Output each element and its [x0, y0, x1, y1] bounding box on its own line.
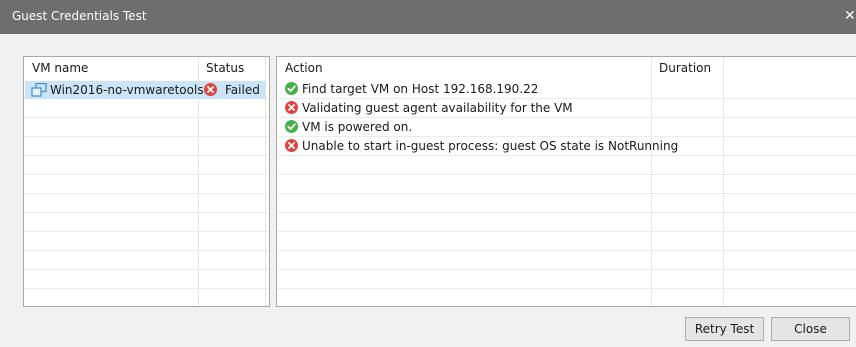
vm-name-cell: Win2016-no-vmwaretools — [31, 81, 204, 99]
list-item: Validating guest agent availability for … — [285, 99, 573, 117]
success-icon — [285, 120, 298, 133]
action-text: Validating guest agent availability for … — [302, 101, 573, 115]
error-icon — [204, 83, 217, 96]
vm-status-text: Failed — [225, 83, 260, 97]
success-icon — [285, 82, 298, 95]
window-title: Guest Credentials Test — [12, 9, 147, 23]
title-bar[interactable]: Guest Credentials Test ✕ — [0, 0, 856, 34]
list-item: VM is powered on. — [285, 118, 412, 136]
retry-test-button[interactable]: Retry Test — [685, 317, 764, 341]
column-header-action[interactable]: Action — [277, 57, 651, 79]
error-icon — [285, 139, 298, 152]
close-button[interactable]: Close — [771, 317, 850, 341]
action-log-panel: Action Duration Find target VM on Host 1… — [276, 56, 856, 307]
column-header-vm-name[interactable]: VM name — [24, 57, 198, 79]
vm-name-text: Win2016-no-vmwaretools — [50, 83, 204, 97]
column-header-status[interactable]: Status — [198, 57, 266, 79]
dialog-window: Guest Credentials Test ✕ VM name Status … — [0, 0, 856, 347]
action-text: VM is powered on. — [302, 120, 413, 134]
vm-list-panel: VM name Status Win2016-no-vmwaretools Fa… — [23, 56, 270, 307]
vm-icon — [31, 83, 47, 97]
close-icon[interactable]: ✕ — [844, 8, 856, 24]
error-icon — [285, 101, 298, 114]
action-text: Unable to start in-guest process: guest … — [302, 139, 679, 153]
list-item: Unable to start in-guest process: guest … — [285, 137, 678, 155]
list-item: Find target VM on Host 192.168.190.22 — [285, 80, 538, 98]
action-text: Find target VM on Host 192.168.190.22 — [302, 82, 539, 96]
vm-status-cell: Failed — [204, 81, 260, 99]
column-header-duration[interactable]: Duration — [651, 57, 723, 79]
